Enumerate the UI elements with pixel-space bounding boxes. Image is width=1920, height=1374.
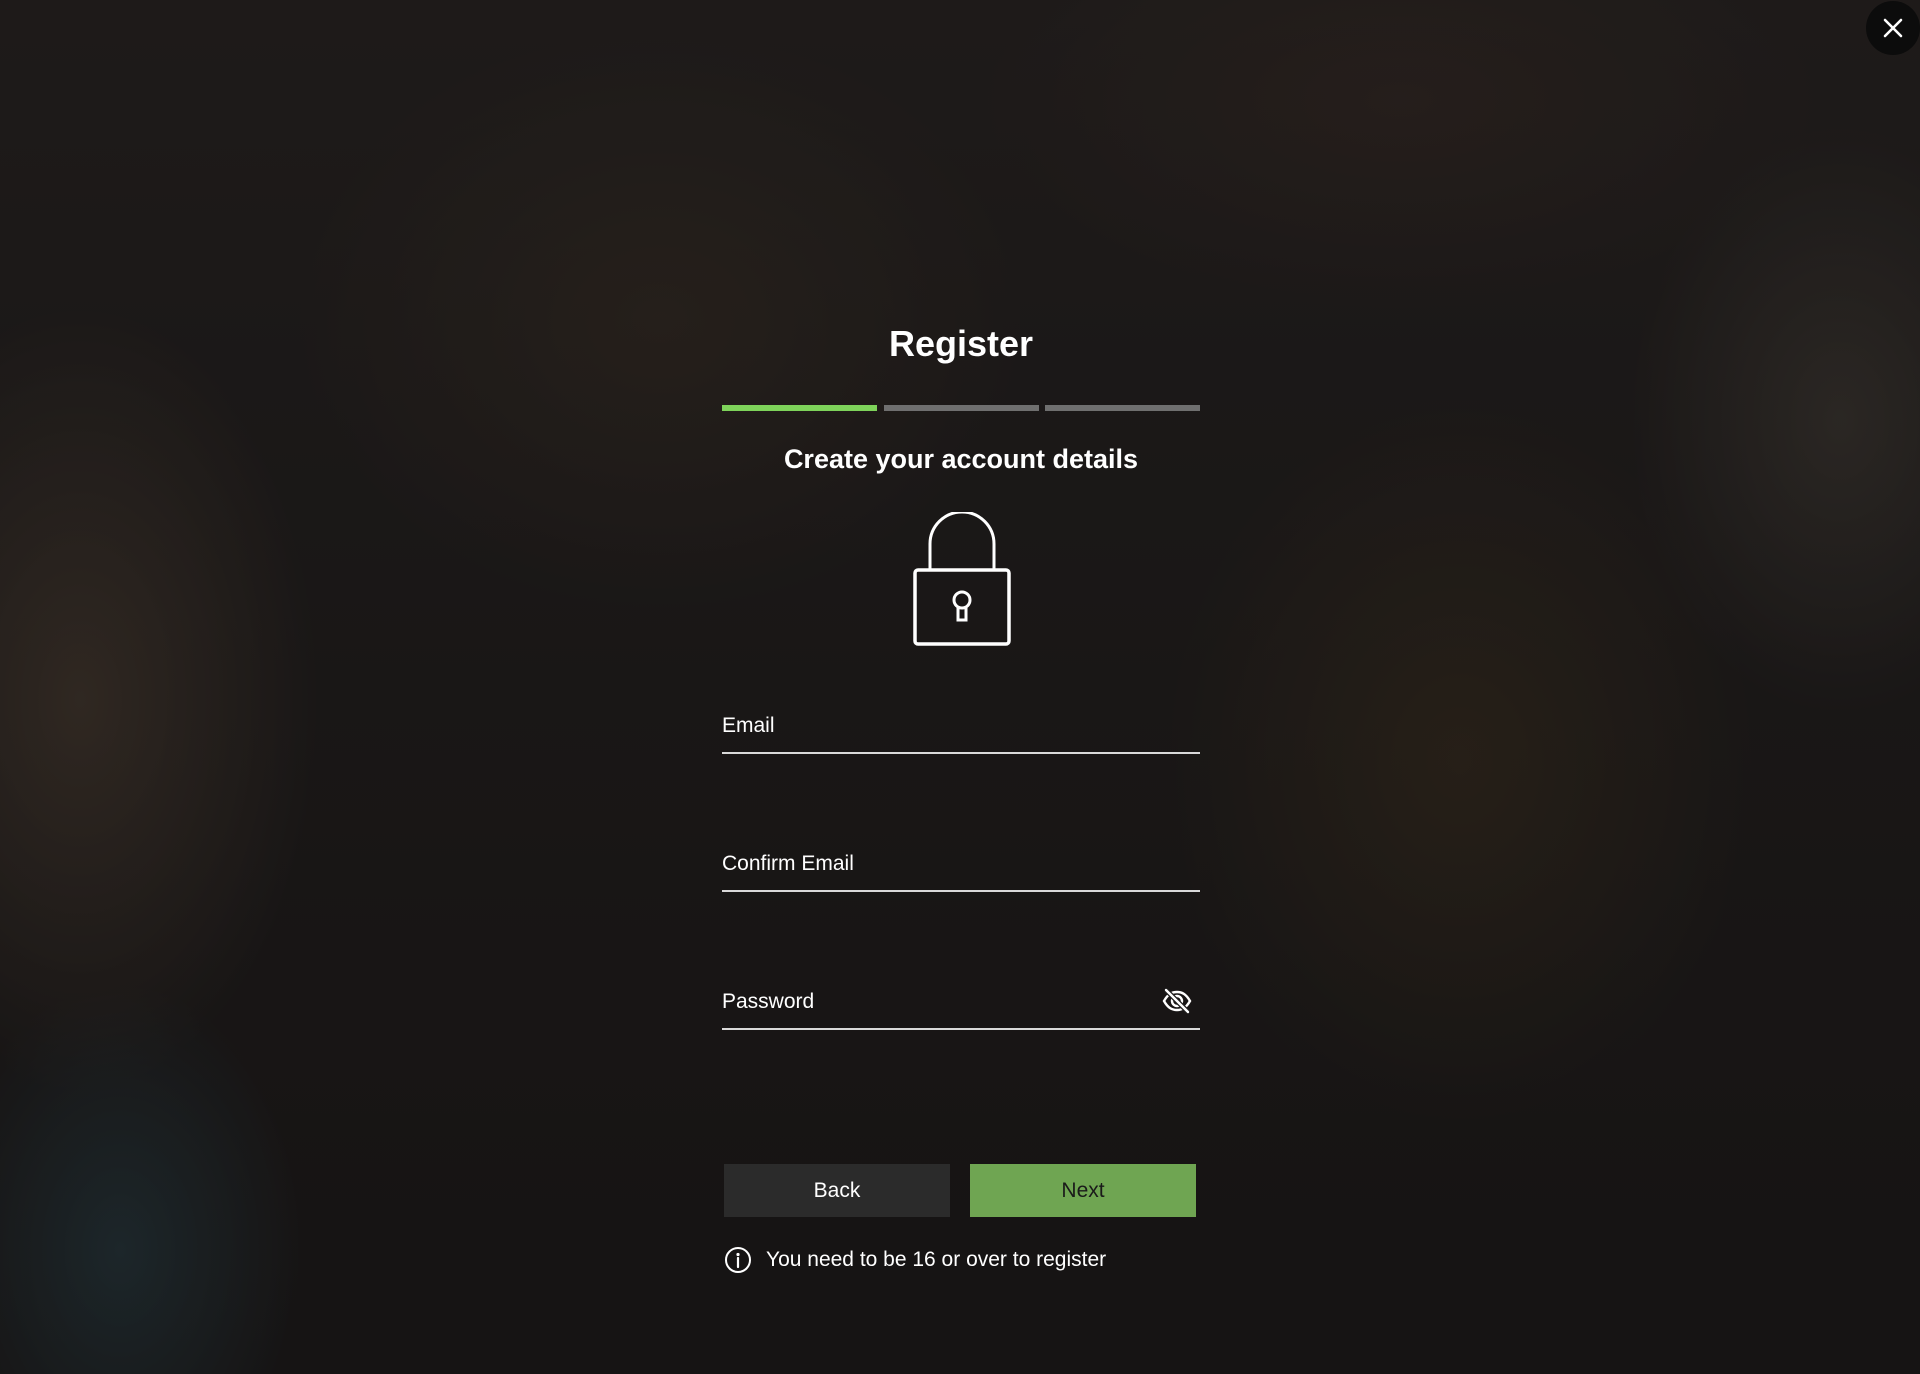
eye-slash-icon[interactable] (1162, 986, 1192, 1016)
age-notice: You need to be 16 or over to register (724, 1246, 1106, 1274)
step-progress-bar (722, 405, 1200, 411)
progress-step-1 (722, 405, 877, 411)
register-panel: Register Create your account details Ema… (722, 0, 1200, 1374)
next-button[interactable]: Next (970, 1164, 1196, 1217)
page-title: Register (888, 323, 1034, 364)
progress-step-2 (883, 405, 1039, 411)
close-icon (1883, 18, 1903, 38)
close-button[interactable] (1866, 1, 1920, 55)
info-icon (725, 1247, 751, 1273)
email-field[interactable]: Email (722, 702, 1200, 754)
progress-step-3 (1045, 405, 1200, 411)
confirm-email-field[interactable]: Confirm Email (722, 840, 1200, 892)
age-notice-text: You need to be 16 or over to register (766, 1248, 1107, 1271)
confirm-email-input[interactable] (722, 840, 1146, 890)
password-field[interactable]: Password (722, 978, 1200, 1030)
page-subtitle: Create your account details (783, 444, 1139, 474)
email-input[interactable] (722, 702, 1146, 752)
back-button[interactable]: Back (724, 1164, 950, 1217)
padlock-icon (913, 512, 1011, 646)
password-input[interactable] (722, 978, 1146, 1028)
registration-screen: Register Create your account details Ema… (0, 0, 1920, 1374)
